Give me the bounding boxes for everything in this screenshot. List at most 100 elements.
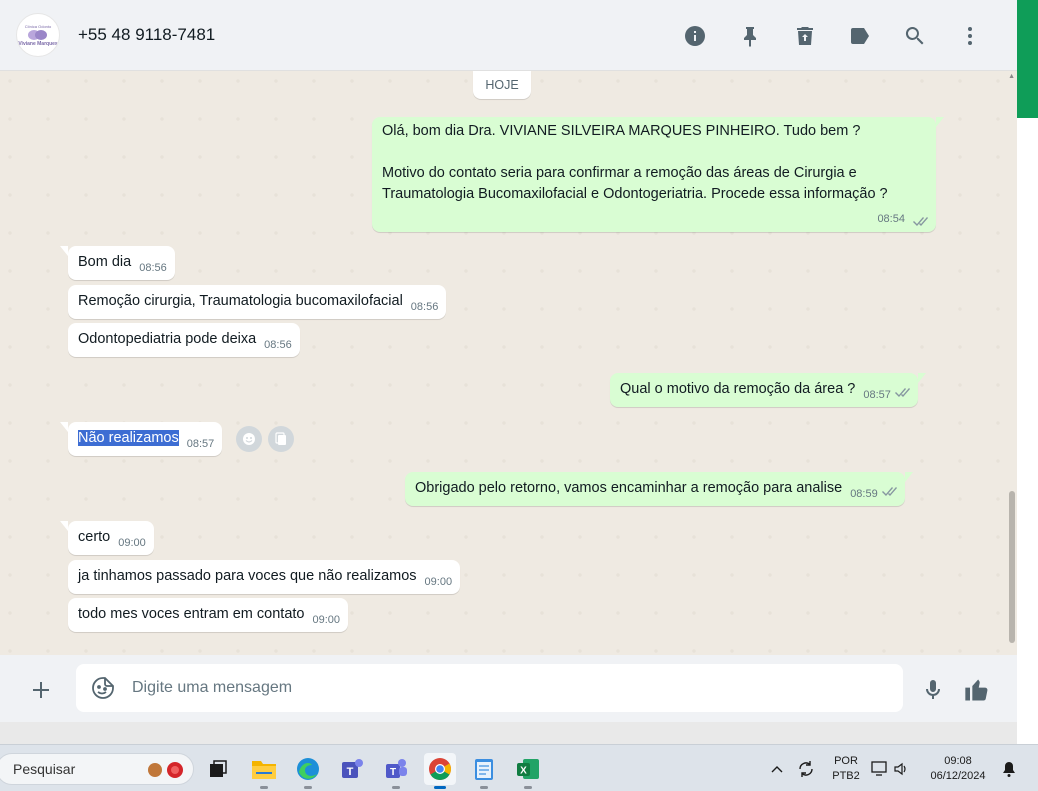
keyboard-layout: PTB2 [832,769,860,782]
teams-classic-icon: T [342,759,363,778]
active-indicator [434,786,446,789]
incoming-message[interactable]: Bom dia 08:56 [60,246,175,280]
browser-frame-gap [0,722,1017,744]
clock-date: 06/12/2024 [930,769,986,782]
message-time: 09:00 [118,537,146,549]
day-separator: HOJE [473,71,531,99]
like-button[interactable] [962,675,992,705]
clock[interactable]: 09:08 06/12/2024 [918,754,998,784]
plus-icon [33,682,49,698]
incoming-message[interactable]: ja tinhamos passado para voces que não r… [68,560,461,594]
message-hover-actions [236,426,294,452]
sticker-button[interactable] [90,675,116,701]
message-text: Obrigado pelo retorno, vamos encaminhar … [415,480,843,496]
message-list[interactable]: ▲ HOJE Olá, bom dia Dra. VIVIANE SILVEIR… [0,71,1017,655]
copy-icon [275,432,286,445]
volume-button[interactable] [892,761,910,777]
running-indicator [480,786,488,789]
chat-scrollbar[interactable] [1009,491,1015,643]
running-indicator [524,786,532,789]
double-check-icon [894,384,910,397]
sync-icon [799,760,813,777]
clock-time: 09:08 [944,754,972,767]
network-button[interactable] [868,760,892,777]
emoji-icon [243,433,255,445]
search-icon [905,26,923,44]
message-time: 08:57 [863,389,891,401]
message-text: Odontopediatria pode deixa [78,331,257,347]
folder-icon [252,761,276,779]
copy-button[interactable] [268,426,294,452]
incoming-message[interactable]: todo mes voces entram em contato 09:00 [68,598,349,632]
bell-icon [1003,761,1015,777]
more-options-button[interactable] [942,16,997,56]
teams-classic-button[interactable]: T [336,753,368,785]
sticker-icon [92,677,114,699]
pin-icon [743,26,756,47]
chevron-up-icon [771,765,783,772]
outgoing-message[interactable]: Qual o motivo da remoção da área ? 08:57 [610,373,926,407]
file-explorer-button[interactable] [248,753,280,789]
info-icon [684,25,705,46]
running-indicator [392,786,400,789]
incoming-message[interactable]: Odontopediatria pode deixa 08:56 [68,323,300,357]
running-indicator [260,786,268,789]
excel-icon: X [517,759,539,779]
search-button[interactable] [887,16,942,56]
header-actions [667,0,997,71]
message-time: 08:56 [410,301,439,313]
browser-side-accent [1017,0,1038,118]
double-check-icon [881,483,897,496]
message-input[interactable]: Digite uma mensagem [76,664,903,712]
incoming-message[interactable]: Remoção cirurgia, Traumatologia bucomaxi… [68,285,447,319]
voice-message-button[interactable] [918,675,948,705]
info-button[interactable] [667,16,722,56]
sync-button[interactable] [788,759,824,779]
language-code: POR [834,754,858,767]
input-language-indicator[interactable]: POR PTB2 [824,754,868,784]
message-text: Qual o motivo da remoção da área ? [620,381,856,397]
incoming-message[interactable]: Não realizamos 08:57 [59,422,223,456]
show-hidden-icons-button[interactable] [766,765,788,773]
message-time: 09:00 [312,614,341,626]
teams-button[interactable]: T [380,753,412,789]
scroll-up-arrow-icon[interactable]: ▲ [1008,73,1015,80]
more-options-icon [967,26,972,45]
notepad-button[interactable] [468,753,500,789]
message-time: 08:56 [264,339,292,351]
pin-button[interactable] [722,16,777,56]
label-icon [850,27,869,44]
react-button[interactable] [236,426,262,452]
notifications-button[interactable] [998,760,1020,778]
tooth-logo-icon [28,29,47,40]
message-text: certo [78,529,111,545]
svg-text:T: T [347,766,354,778]
outgoing-message[interactable]: Olá, bom dia Dra. VIVIANE SILVEIRA MARQU… [372,117,944,232]
notepad-icon [475,759,493,780]
message-text-selected: Não realizamos [78,430,179,446]
delete-button[interactable] [777,16,832,56]
contact-avatar[interactable]: Clínica Odonto Viviane Marques [16,13,60,57]
edge-button[interactable] [292,753,324,789]
message-text: ja tinhamos passado para voces que não r… [78,568,417,584]
contact-name[interactable]: +55 48 9118-7481 [78,25,215,45]
chat-header: Clínica Odonto Viviane Marques +55 48 91… [0,0,1017,71]
label-button[interactable] [832,16,887,56]
message-text: Bom dia [78,254,132,270]
svg-text:X: X [520,766,527,777]
message-line: Traumatologia Bucomaxilofacial e Odontog… [382,186,888,202]
delete-icon [796,26,813,45]
outgoing-message[interactable]: Obrigado pelo retorno, vamos encaminhar … [405,472,913,506]
search-highlight-icon [148,762,183,778]
chrome-button[interactable] [424,753,456,789]
task-view-icon [210,760,227,777]
taskbar-search[interactable]: Pesquisar [0,753,194,785]
task-view-button[interactable] [202,753,234,785]
message-time: 08:57 [186,438,215,450]
incoming-message[interactable]: certo 09:00 [60,521,154,555]
message-text: todo mes voces entram em contato [78,606,305,622]
excel-button[interactable]: X [512,753,544,789]
network-icon [871,760,887,776]
attach-button[interactable] [26,675,56,705]
